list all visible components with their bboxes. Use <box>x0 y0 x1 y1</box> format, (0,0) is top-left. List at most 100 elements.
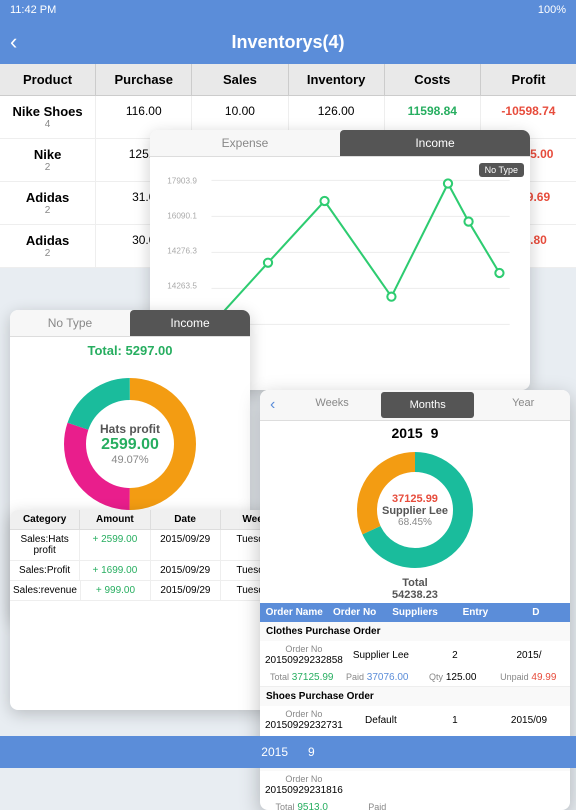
status-battery: 100% <box>538 4 566 16</box>
supplier-total-row: Total 54238.23 <box>260 575 570 603</box>
mini-amount: + 1699.00 <box>80 561 150 580</box>
supplier-tab-weeks[interactable]: Weeks <box>285 390 379 420</box>
mini-table-row: Sales:Profit + 1699.00 2015/09/29 Tuesda… <box>10 561 290 581</box>
bottom-year: 2015 <box>261 745 288 759</box>
supplier-tab-year[interactable]: Year <box>476 390 570 420</box>
order-no: Order No20150929231816 <box>264 773 344 797</box>
order-no: Order No20150929232858 <box>264 643 344 667</box>
order-title: Shoes Purchase Order <box>260 687 570 706</box>
income-total-label: Total: <box>87 343 121 358</box>
chart-tab-income[interactable]: Income <box>340 130 530 156</box>
svg-text:17903.9: 17903.9 <box>167 177 197 186</box>
order-qty <box>415 807 491 809</box>
order-entry: 2 <box>418 649 492 662</box>
supplier-donut-center: 37125.99 Supplier Lee 68.45% <box>382 493 448 528</box>
order-paid: Paid 37076.00 <box>340 671 416 684</box>
svg-text:16090.1: 16090.1 <box>167 211 197 220</box>
supplier-donut-name: Supplier Lee <box>382 505 448 517</box>
mini-amount: + 999.00 <box>81 581 151 600</box>
mini-table-header: Category Amount Date Week <box>10 510 290 530</box>
mini-table-row: Sales:revenue + 999.00 2015/09/29 Tuesda… <box>10 581 290 601</box>
supplier-tabs: Weeks Months Year <box>285 390 570 420</box>
col-sales: Sales <box>192 64 288 95</box>
order-supplier: Default <box>344 714 418 727</box>
chart-tab-expense[interactable]: Expense <box>150 130 340 156</box>
order-date: 2015/09 <box>492 714 566 727</box>
order-title: Clothes Purchase Order <box>260 622 570 641</box>
status-time: 11:42 PM <box>10 4 56 16</box>
order-total: Total 9513.0 <box>264 801 340 810</box>
income-tab-bar: No Type Income <box>10 310 250 337</box>
svg-text:14263.5: 14263.5 <box>167 281 197 290</box>
col-purchase: Purchase <box>96 64 192 95</box>
col-product: Product <box>0 64 96 95</box>
mini-category: Sales:revenue <box>10 581 81 600</box>
supplier-back-button[interactable]: ‹ <box>260 390 285 420</box>
mini-th-category: Category <box>10 510 80 529</box>
mini-table-row: Sales:Hats profit + 2599.00 2015/09/29 T… <box>10 530 290 561</box>
order-entry <box>418 784 492 786</box>
bottom-month: 9 <box>308 745 315 759</box>
supplier-tab-months[interactable]: Months <box>381 392 475 418</box>
donut-area: Hats profit 2599.00 49.07% <box>10 364 250 524</box>
mini-date: 2015/09/29 <box>151 561 221 580</box>
mini-table-card: Category Amount Date Week Sales:Hats pro… <box>10 510 290 710</box>
order-total: Total 37125.99 <box>264 671 340 684</box>
order-rows: Clothes Purchase Order Order No201509292… <box>260 622 570 810</box>
mini-category: Sales:Profit <box>10 561 80 580</box>
income-tab-income[interactable]: Income <box>130 310 250 336</box>
order-unpaid: Unpaid 49.99 <box>491 671 567 684</box>
order-supplier: Supplier Lee <box>344 649 418 662</box>
order-date: 2015/ <box>492 649 566 662</box>
order-supplier <box>344 784 418 786</box>
svg-text:14276.3: 14276.3 <box>167 246 197 255</box>
mini-th-amount: Amount <box>80 510 150 529</box>
bottom-bar: 2015 9 <box>0 736 576 768</box>
order-sub-row: Order No20150929231816 <box>260 771 570 799</box>
order-col-d: D <box>506 607 566 618</box>
order-totals-row: Total 37125.99 Paid 37076.00 Qty 125.00 … <box>260 669 570 686</box>
order-unpaid <box>491 807 567 809</box>
donut-value: 2599.00 <box>100 436 160 454</box>
order-col-entry: Entry <box>445 607 505 618</box>
mini-date: 2015/09/29 <box>151 581 221 600</box>
order-table: Order Name Order No Suppliers Entry D Cl… <box>260 603 570 810</box>
mini-date: 2015/09/29 <box>151 530 221 560</box>
mini-table-rows: Sales:Hats profit + 2599.00 2015/09/29 T… <box>10 530 290 601</box>
back-button[interactable]: ‹ <box>10 29 17 55</box>
order-sub-row: Order No20150929232858 Supplier Lee 2 20… <box>260 641 570 669</box>
nav-title: Inventorys(4) <box>231 32 344 53</box>
supplier-donut-top-value: 37125.99 <box>382 493 448 505</box>
order-qty: Qty 125.00 <box>415 671 491 684</box>
order-col-name: Order Name <box>264 607 324 618</box>
supplier-donut-area: 37125.99 Supplier Lee 68.45% <box>260 445 570 575</box>
order-paid: Paid <box>340 801 416 810</box>
donut-center: Hats profit 2599.00 49.07% <box>100 422 160 466</box>
col-costs: Costs <box>385 64 481 95</box>
order-no: Order No20150929232731 <box>264 708 344 732</box>
donut-pct: 49.07% <box>100 454 160 466</box>
mini-th-date: Date <box>151 510 221 529</box>
supplier-year-row: 2015 9 <box>260 421 570 445</box>
order-sub-row: Order No20150929232731 Default 1 2015/09 <box>260 706 570 734</box>
supplier-donut-pct: 68.45% <box>382 517 448 528</box>
col-inventory: Inventory <box>289 64 385 95</box>
chart-no-type-label: No Type <box>479 163 524 177</box>
order-col-supplier: Suppliers <box>385 607 445 618</box>
mini-amount: + 2599.00 <box>80 530 150 560</box>
supplier-header: ‹ Weeks Months Year <box>260 390 570 421</box>
table-header: Product Purchase Sales Inventory Costs P… <box>0 64 576 96</box>
order-col-no: Order No <box>324 607 384 618</box>
order-date <box>492 784 566 786</box>
status-bar: 11:42 PM 100% <box>0 0 576 20</box>
order-totals-row: Total 9513.0 Paid <box>260 799 570 810</box>
income-total-value: 5297.00 <box>126 343 173 358</box>
col-profit: Profit <box>481 64 576 95</box>
nav-bar: ‹ Inventorys(4) <box>0 20 576 64</box>
mini-category: Sales:Hats profit <box>10 530 80 560</box>
income-total: Total: 5297.00 <box>10 337 250 364</box>
order-row-group[interactable]: Clothes Purchase Order Order No201509292… <box>260 622 570 687</box>
supplier-total-value: 54238.23 <box>392 589 438 601</box>
income-tab-notype[interactable]: No Type <box>10 310 130 336</box>
supplier-total-label: Total <box>402 577 427 589</box>
